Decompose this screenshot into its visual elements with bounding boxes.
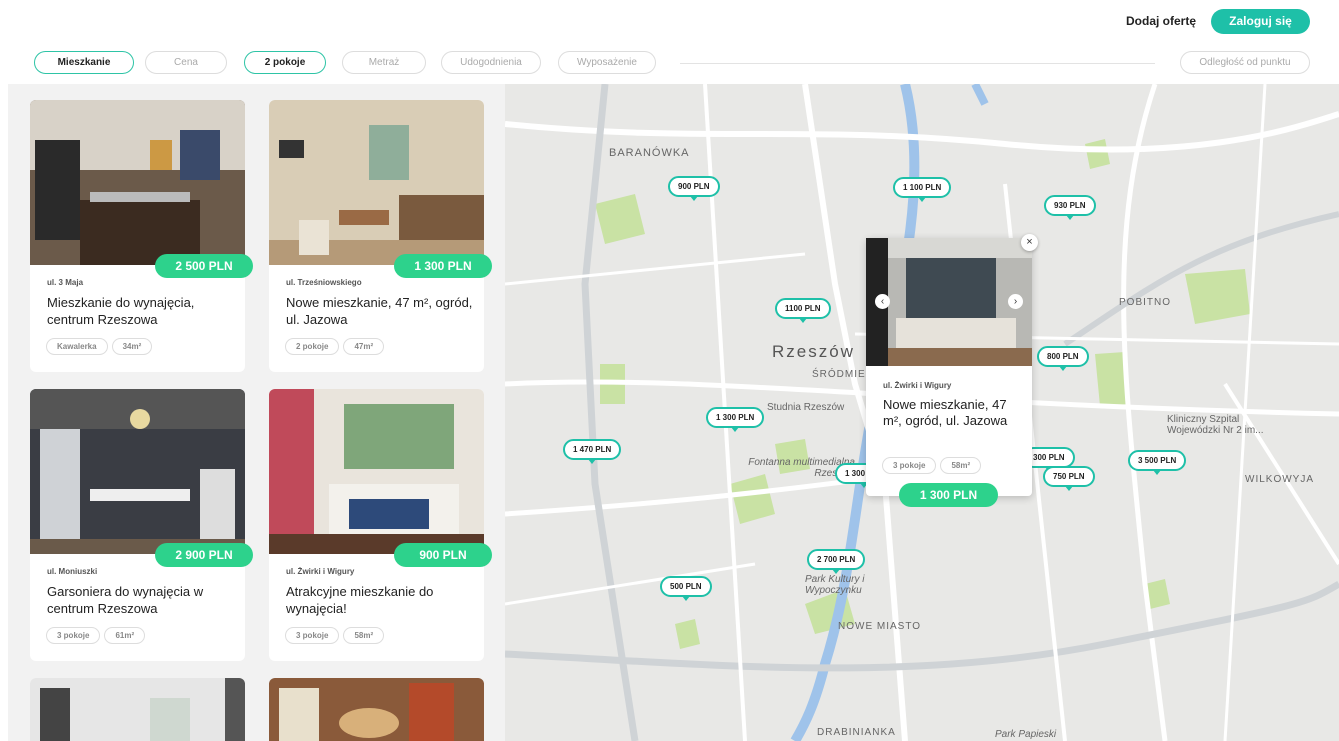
listing-tag: 58m² [343,627,385,644]
listing-street: ul. Trześniowskiego [286,278,362,287]
listing-card[interactable]: 900 PLN ul. Żwirki i Wigury Atrakcyjne m… [269,389,492,661]
filter-furnishing[interactable]: Wyposażenie [558,51,656,74]
listing-tag: 61m² [104,627,146,644]
listing-photo [269,678,484,741]
popup-price: 1 300 PLN [899,483,998,507]
map-poi-label: Park Papieski [995,729,1057,740]
listing-tag: 2 pokoje [285,338,340,355]
add-offer-link[interactable]: Dodaj ofertę [1126,14,1196,28]
map-city-label: Rzeszów [772,342,855,361]
map-poi-label: Fontanna multimedialna Rzeszów [748,457,855,479]
filter-amenities[interactable]: Udogodnienia [441,51,541,74]
map-price-pin[interactable]: 1 100 PLN [893,177,952,202]
map-price-pin[interactable]: 3 500 PLN [1128,450,1187,475]
popup-tags: 3 pokoje 58m² [882,457,982,474]
listing-price: 2 500 PLN [155,254,253,278]
listing-title[interactable]: Garsoniera do wynajęcia w centrum Rzeszo… [47,583,237,617]
listing-card[interactable] [269,678,484,741]
popup-next-arrow[interactable]: › [1008,294,1023,309]
popup-close-icon[interactable]: × [1021,234,1038,251]
map-price-pin[interactable]: 1100 PLN [775,298,831,323]
map-district-label: NOWE MIASTO [838,621,922,632]
listing-tag: 3 pokoje [285,627,340,644]
map-poi-label: Studnia Rzeszów [767,402,845,413]
listing-photo [30,678,245,741]
map-poi-label: Park Kultury i Wypoczynku [805,574,865,596]
listing-price: 2 900 PLN [155,543,253,567]
popup-tag: 3 pokoje [882,457,937,474]
map-poi-label: Kliniczny Szpital Wojewódzki Nr 2 im... [1167,414,1264,436]
map-district-label: POBITNO [1119,297,1172,308]
listing-tag: 3 pokoje [46,627,101,644]
map-district-label: WILKOWYJA [1245,474,1315,485]
listing-tags: Kawalerka 34m² [46,338,153,355]
listing-card[interactable]: 2 900 PLN ul. Moniuszki Garsoniera do wy… [30,389,253,661]
map-district-label: BARANÓWKA [609,147,690,159]
listing-tags: 3 pokoje 61m² [46,627,146,644]
listing-card[interactable] [30,678,245,741]
listing-title[interactable]: Atrakcyjne mieszkanie do wynajęcia! [286,583,476,617]
listing-price: 900 PLN [394,543,492,567]
top-bar: Dodaj ofertę Zaloguj się Mieszkanie Cena… [0,0,1339,84]
listing-photo [269,100,484,265]
listing-tags: 3 pokoje 58m² [285,627,385,644]
popup-street: ul. Żwirki i Wigury [883,381,952,390]
listing-tag: 34m² [111,338,153,355]
login-button[interactable]: Zaloguj się [1211,9,1310,34]
listing-photo [269,389,484,554]
filter-area[interactable]: Metraż [342,51,426,74]
map-price-pin[interactable]: 930 PLN [1044,195,1096,220]
filter-price[interactable]: Cena [145,51,227,74]
filter-property-type[interactable]: Mieszkanie [34,51,134,74]
map-price-pin[interactable]: 1 470 PLN [563,439,622,464]
map-price-pin[interactable]: 500 PLN [660,576,712,601]
listing-title[interactable]: Mieszkanie do wynajęcia, centrum Rzeszow… [47,294,237,328]
map-price-pin[interactable]: 900 PLN [668,176,720,201]
listing-price: 1 300 PLN [394,254,492,278]
listing-street: ul. Moniuszki [47,567,98,576]
listing-card[interactable]: 1 300 PLN ul. Trześniowskiego Nowe miesz… [269,100,492,372]
listing-street: ul. Żwirki i Wigury [286,567,355,576]
listing-panel[interactable]: 2 500 PLN ul. 3 Maja Mieszkanie do wynaj… [8,84,505,741]
filter-distance[interactable]: Odległość od punktu [1180,51,1310,74]
map-price-pin[interactable]: 800 PLN [1037,346,1089,371]
popup-photo: ‹ › [866,238,1032,366]
listing-title[interactable]: Nowe mieszkanie, 47 m², ogród, ul. Jazow… [286,294,476,328]
listing-street: ul. 3 Maja [47,278,84,287]
listing-photo [30,100,245,265]
popup-prev-arrow[interactable]: ‹ [875,294,890,309]
map-price-pin[interactable]: 1 300 PLN [706,407,765,432]
filter-rooms[interactable]: 2 pokoje [244,51,326,74]
listing-tags: 2 pokoje 47m² [285,338,385,355]
listing-tag: Kawalerka [46,338,108,355]
listing-card[interactable]: 2 500 PLN ul. 3 Maja Mieszkanie do wynaj… [30,100,253,372]
map-price-pin[interactable]: 750 PLN [1043,466,1095,491]
filter-divider [680,63,1155,64]
map-listing-popup[interactable]: ‹ › × ul. Żwirki i Wigury Nowe mieszkani… [866,234,1038,507]
popup-tag: 58m² [940,457,982,474]
popup-title[interactable]: Nowe mieszkanie, 47 m², ogród, ul. Jazow… [883,397,1023,429]
map-price-pin[interactable]: 2 700 PLN [807,549,866,574]
map-district-label: DRABINIANKA [817,727,896,738]
listing-tag: 47m² [343,338,385,355]
listing-photo [30,389,245,554]
